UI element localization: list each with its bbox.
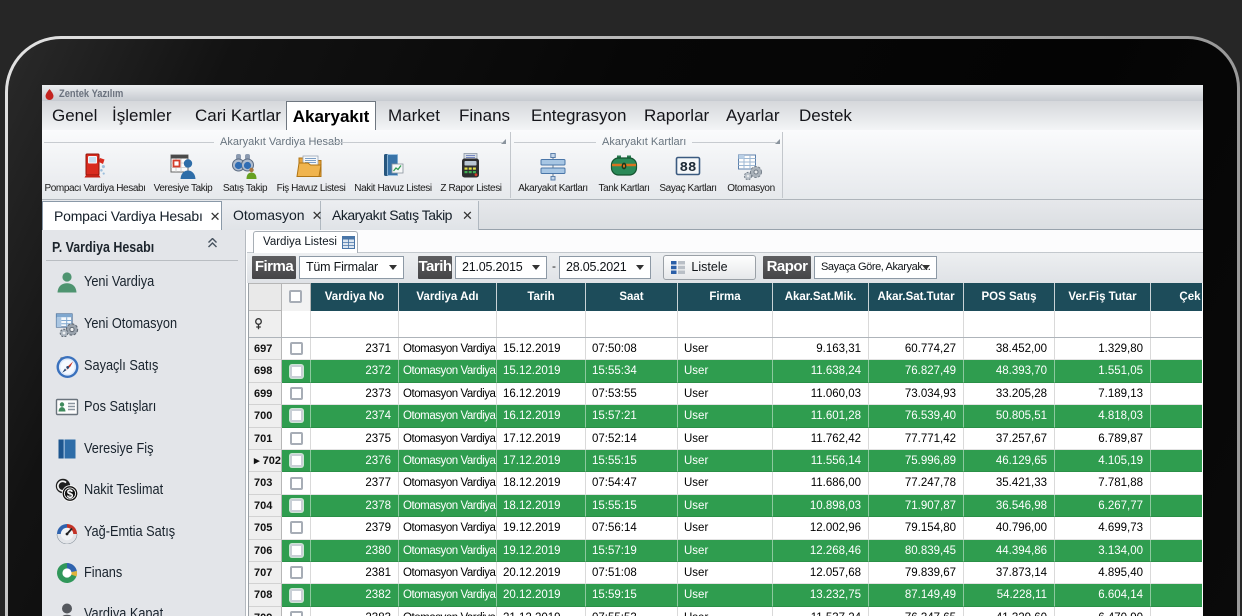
- svg-text:88: 88: [680, 160, 697, 176]
- svg-text:$: $: [67, 488, 74, 500]
